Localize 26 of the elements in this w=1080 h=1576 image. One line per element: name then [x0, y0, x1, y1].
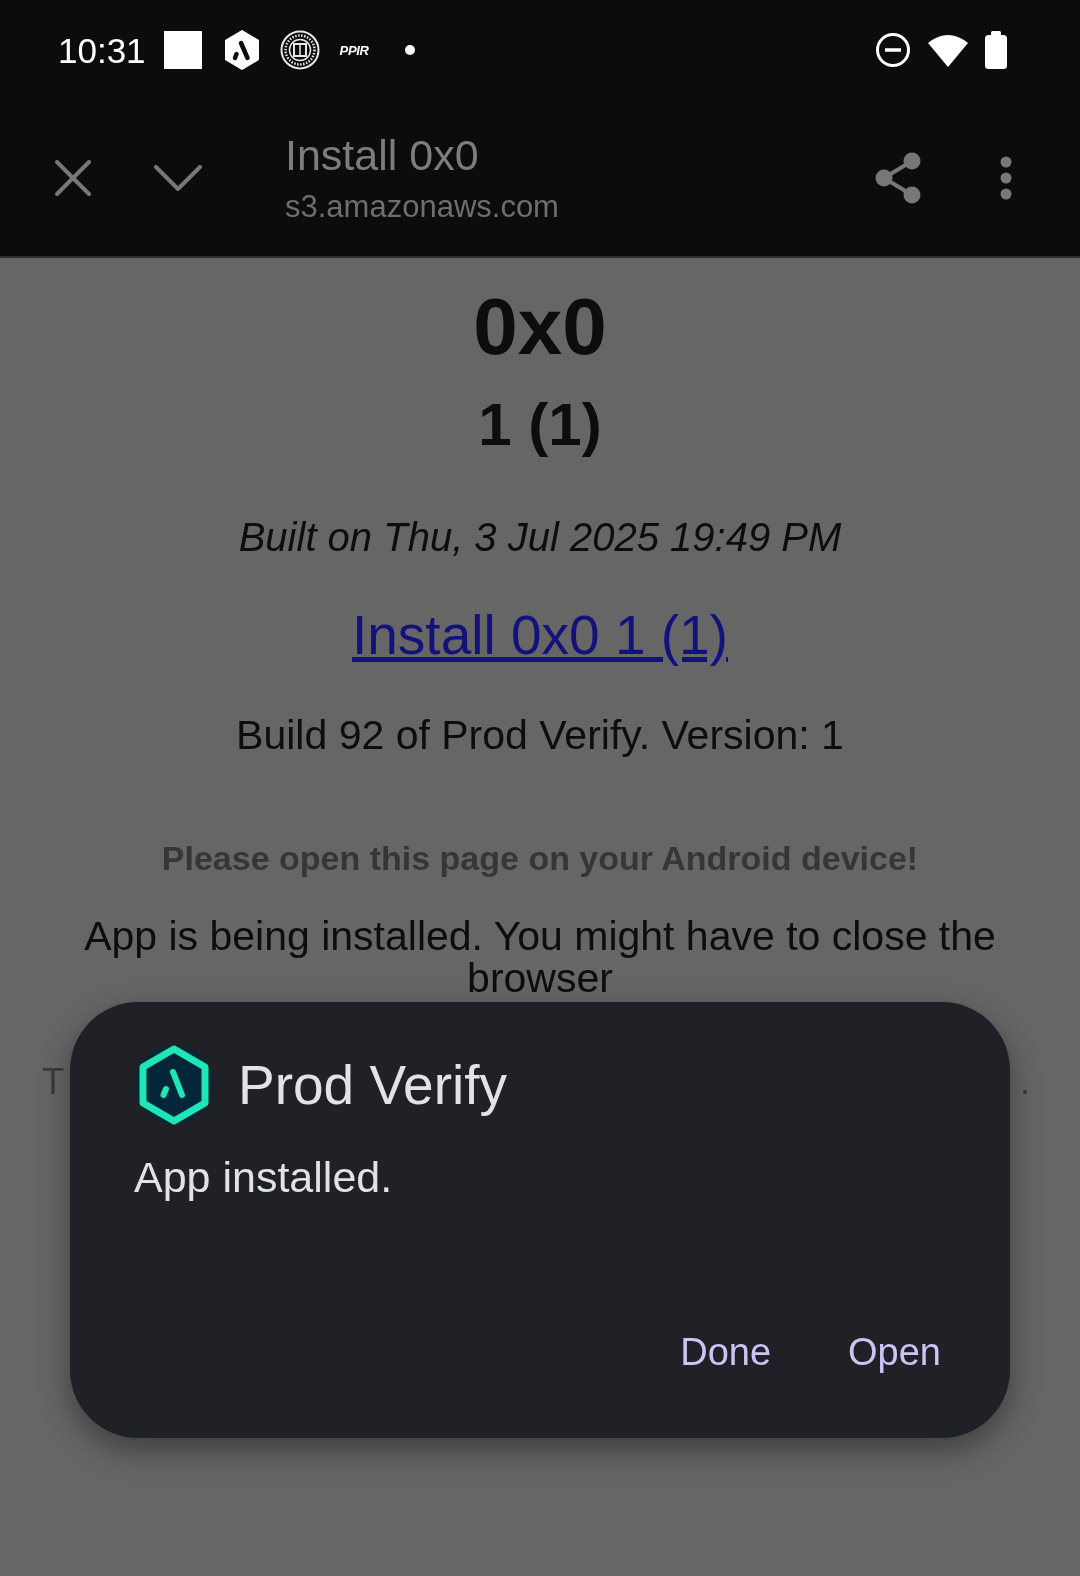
close-icon	[55, 160, 91, 196]
page-title: Install 0x0	[285, 131, 480, 179]
share-icon	[874, 152, 922, 204]
seal-icon	[279, 30, 320, 70]
dot-icon	[404, 45, 415, 55]
app-name-heading: 0x0	[473, 284, 607, 370]
battery-icon	[984, 31, 1008, 69]
square-icon	[163, 31, 202, 69]
hexagon-app-icon	[134, 1043, 214, 1127]
notification-wordmark: PPIR	[339, 43, 369, 57]
covered-text-end: .	[1020, 1060, 1030, 1104]
clock: 10:31	[58, 32, 146, 68]
version-heading: 1 (1)	[478, 390, 602, 460]
chevron-down-icon	[154, 165, 202, 191]
more-options-icon	[1000, 156, 1012, 200]
dialog-button[interactable]: Open	[834, 1324, 955, 1380]
build-date-text: Built on Thu, 3 Jul 2025 19:49 PM	[238, 514, 842, 560]
dialog-button[interactable]: Done	[666, 1324, 786, 1380]
build-info-text: Build 92 of Prod Verify. Version: 1	[236, 712, 844, 758]
page-url: s3.amazonaws.com	[285, 189, 559, 225]
dialog-message: App installed.	[134, 1153, 394, 1201]
hexagon-app-icon	[223, 30, 260, 70]
wifi-icon	[927, 33, 969, 67]
dialog-title: Prod Verify	[238, 1055, 507, 1115]
install-message: App is being installed. You might have to close the browser	[83, 915, 997, 999]
do-not-disturb-icon	[875, 32, 911, 68]
